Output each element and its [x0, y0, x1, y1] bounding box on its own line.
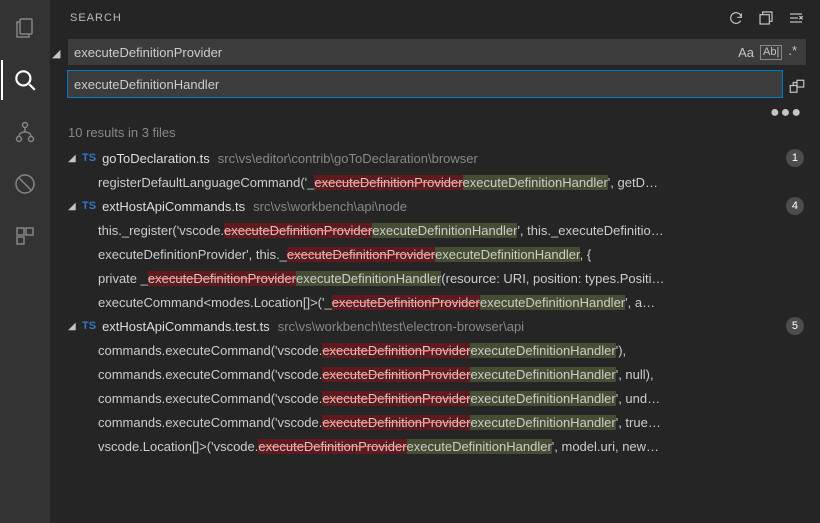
match-row[interactable]: commands.executeCommand('vscode.executeD… [54, 386, 812, 410]
match-count-badge: 1 [786, 149, 804, 167]
file-row[interactable]: ◢TS goToDeclaration.ts src\vs\editor\contr… [54, 146, 812, 170]
match-added: executeDefinitionHandler [407, 439, 552, 454]
activity-bar [0, 0, 50, 523]
match-text: this._register('vscode.executeDefinition… [98, 223, 664, 238]
results-tree: ◢TSgoToDeclaration.tssrc\vs\editor\contr… [50, 146, 820, 523]
file-name: extHostApiCommands.test.ts [102, 319, 270, 334]
match-added: executeDefinitionHandler [470, 391, 615, 406]
match-count-badge: 5 [786, 317, 804, 335]
match-added: executeDefinitionHandler [372, 223, 517, 238]
match-added: executeDefinitionHandler [463, 175, 608, 190]
search-input[interactable] [74, 45, 735, 60]
replace-input[interactable] [74, 77, 776, 92]
match-removed: executeDefinitionProvider [322, 343, 470, 358]
match-removed: executeDefinitionProvider [148, 271, 296, 286]
file-row[interactable]: ◢TS extHostApiCommands.test.ts src\vs\work… [54, 314, 812, 338]
match-added: executeDefinitionHandler [470, 367, 615, 382]
match-removed: executeDefinitionProvider [322, 367, 470, 382]
match-removed: executeDefinitionProvider [322, 391, 470, 406]
match-removed: executeDefinitionProvider [224, 223, 372, 238]
match-text: commands.executeCommand('vscode.executeD… [98, 343, 626, 358]
results-summary: 10 results in 3 files [50, 123, 820, 146]
regex-toggle[interactable]: .* [785, 43, 800, 58]
file-path: src\vs\workbench\api\node [253, 199, 786, 214]
match-text: executeDefinitionProvider', this._execut… [98, 247, 591, 262]
match-count-badge: 4 [786, 197, 804, 215]
match-added: executeDefinitionHandler [296, 271, 441, 286]
toggle-replace-chevron-icon[interactable]: ◢ [52, 47, 60, 60]
match-row[interactable]: commands.executeCommand('vscode.executeD… [54, 410, 812, 434]
sidebar-header: SEARCH [50, 0, 820, 35]
activity-search[interactable] [1, 60, 49, 100]
replace-input-row [68, 71, 782, 97]
search-input-row: Aa Ab| .* [68, 39, 806, 65]
collapse-all-icon[interactable] [758, 10, 774, 26]
match-text: executeCommand<modes.Location[]>('_execu… [98, 295, 655, 310]
ts-file-icon: TS [82, 152, 96, 164]
file-name: extHostApiCommands.ts [102, 199, 245, 214]
match-text: commands.executeCommand('vscode.executeD… [98, 367, 654, 382]
ts-file-icon: TS [82, 200, 96, 212]
match-removed: executeDefinitionProvider [258, 439, 406, 454]
match-text: private _executeDefinitionProviderexecut… [98, 271, 665, 286]
match-removed: executeDefinitionProvider [322, 415, 470, 430]
chevron-down-icon: ◢ [68, 321, 82, 332]
match-row[interactable]: commands.executeCommand('vscode.executeD… [54, 362, 812, 386]
match-removed: executeDefinitionProvider [287, 247, 435, 262]
activity-debug[interactable] [1, 164, 49, 204]
match-added: executeDefinitionHandler [470, 343, 615, 358]
replace-all-icon[interactable] [788, 78, 806, 96]
match-text: registerDefaultLanguageCommand('_execute… [98, 175, 658, 190]
chevron-down-icon: ◢ [68, 201, 82, 212]
file-path: src\vs\workbench\test\electron-browser\a… [278, 319, 786, 334]
activity-scm[interactable] [1, 112, 49, 152]
match-row[interactable]: this._register('vscode.executeDefinition… [54, 218, 812, 242]
ts-file-icon: TS [82, 320, 96, 332]
match-row[interactable]: commands.executeCommand('vscode.executeD… [54, 338, 812, 362]
match-row[interactable]: registerDefaultLanguageCommand('_execute… [54, 170, 812, 194]
refresh-icon[interactable] [728, 10, 744, 26]
more-options-toggle[interactable]: ●●● [50, 107, 820, 119]
match-row[interactable]: private _executeDefinitionProviderexecut… [54, 266, 812, 290]
match-row[interactable]: executeCommand<modes.Location[]>('_execu… [54, 290, 812, 314]
whole-word-toggle[interactable]: Ab| [760, 45, 782, 60]
match-case-toggle[interactable]: Aa [735, 45, 757, 60]
activity-explorer[interactable] [1, 8, 49, 48]
match-added: executeDefinitionHandler [480, 295, 625, 310]
match-removed: executeDefinitionProvider [314, 175, 462, 190]
match-added: executeDefinitionHandler [435, 247, 580, 262]
search-sidebar: SEARCH ◢ Aa Ab| .* [50, 0, 820, 523]
activity-extensions[interactable] [1, 216, 49, 256]
file-row[interactable]: ◢TS extHostApiCommands.ts src\vs\workbench… [54, 194, 812, 218]
match-added: executeDefinitionHandler [470, 415, 615, 430]
match-text: commands.executeCommand('vscode.executeD… [98, 415, 661, 430]
clear-search-icon[interactable] [788, 10, 804, 26]
file-name: goToDeclaration.ts [102, 151, 210, 166]
file-path: src\vs\editor\contrib\goToDeclaration\br… [218, 151, 786, 166]
match-removed: executeDefinitionProvider [332, 295, 480, 310]
match-row[interactable]: vscode.Location[]>('vscode.executeDefini… [54, 434, 812, 458]
match-text: vscode.Location[]>('vscode.executeDefini… [98, 439, 659, 454]
match-row[interactable]: executeDefinitionProvider', this._execut… [54, 242, 812, 266]
sidebar-title: SEARCH [70, 12, 728, 24]
match-text: commands.executeCommand('vscode.executeD… [98, 391, 660, 406]
chevron-down-icon: ◢ [68, 153, 82, 164]
